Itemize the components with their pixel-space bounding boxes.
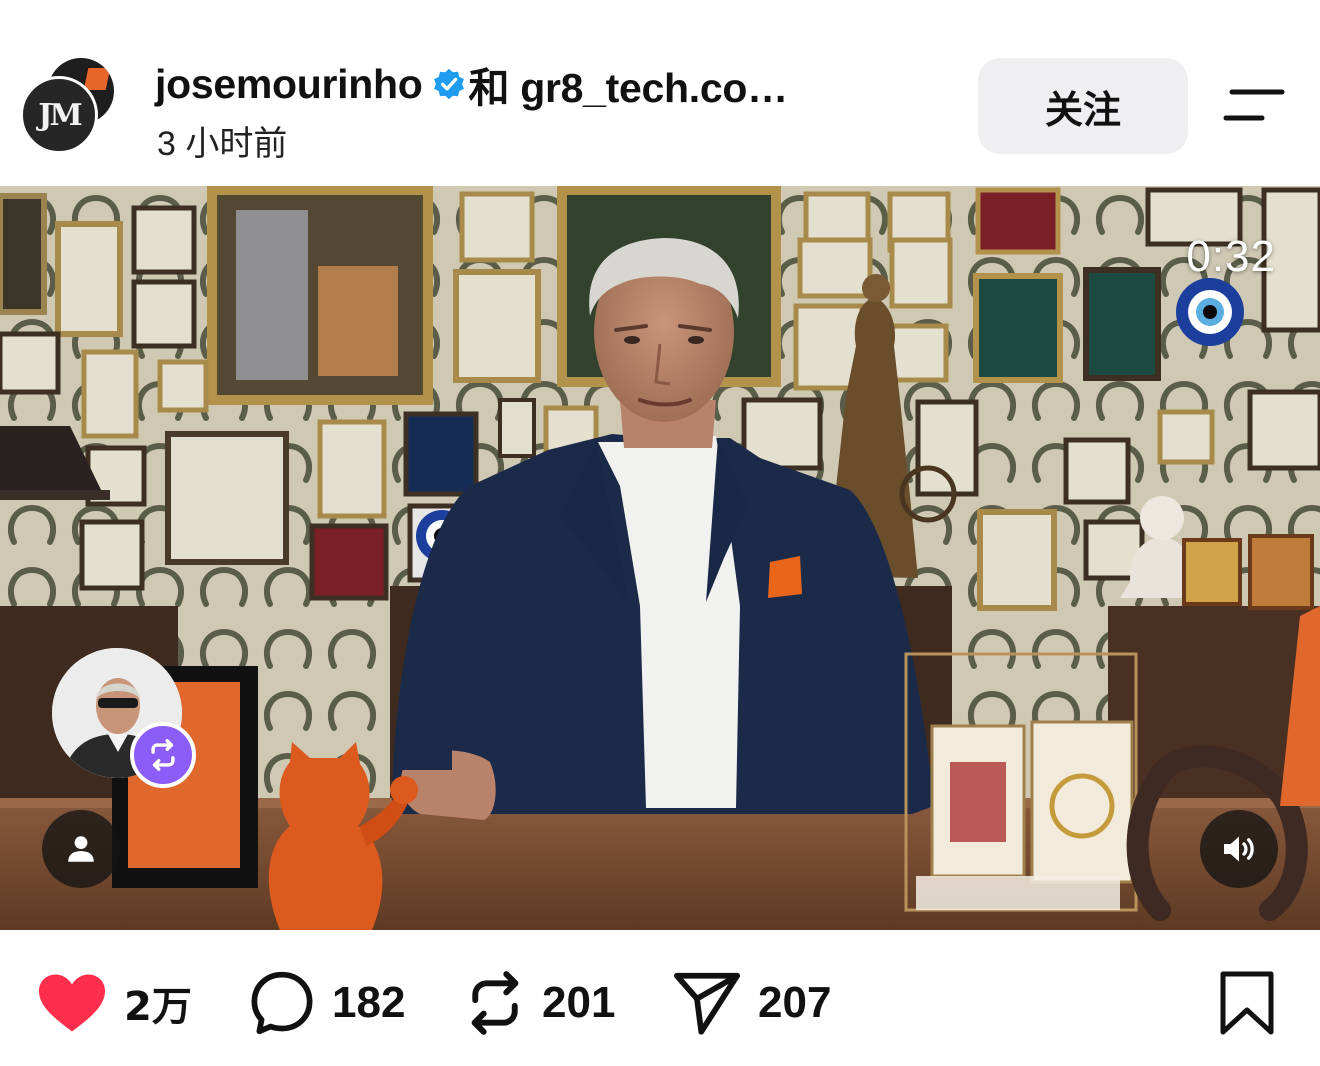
menu-icon[interactable]	[1222, 86, 1286, 126]
like-button[interactable]: 2万	[36, 968, 192, 1038]
post-header: JM josemourinho 和 gr8_tech.co… 3 小时前 关注	[0, 0, 1320, 186]
profile-avatar[interactable]: JM	[20, 56, 118, 154]
post-actions: 2万 182 201 207	[0, 930, 1320, 1066]
like-count: 2万	[124, 984, 192, 1030]
video-player[interactable]: 0:32	[0, 186, 1320, 930]
user-icon	[68, 836, 94, 862]
repost-button[interactable]: 201	[464, 968, 615, 1038]
comment-count: 182	[332, 978, 406, 1027]
heart-icon	[39, 974, 105, 1032]
verified-badge-icon	[434, 68, 465, 100]
share-button[interactable]: 207	[672, 968, 831, 1038]
avatar-monogram: JM	[38, 97, 82, 133]
video-duration: 0:32	[1186, 232, 1276, 281]
comment-icon	[251, 971, 313, 1035]
follow-button[interactable]: 关注	[978, 58, 1188, 154]
bookmark-icon[interactable]	[1218, 970, 1276, 1036]
tagged-users-button[interactable]	[42, 810, 120, 888]
repost-badge	[130, 722, 196, 788]
author-avatar[interactable]: JM	[20, 76, 98, 154]
repost-icon	[471, 971, 519, 1035]
send-icon	[674, 972, 740, 1035]
username[interactable]: josemourinho	[155, 61, 423, 108]
repost-count: 201	[542, 978, 616, 1027]
comment-button[interactable]: 182	[248, 968, 405, 1038]
speaker-icon	[1224, 836, 1254, 862]
post-time: 3 小时前	[157, 125, 288, 163]
sound-toggle-button[interactable]	[1200, 810, 1278, 888]
video-frame	[0, 186, 1320, 930]
repost-icon	[151, 739, 175, 771]
author-name-row: josemourinho 和 gr8_tech.co…	[155, 58, 788, 112]
collaborator-text[interactable]: 和 gr8_tech.co…	[468, 54, 788, 114]
share-count: 207	[758, 978, 832, 1027]
